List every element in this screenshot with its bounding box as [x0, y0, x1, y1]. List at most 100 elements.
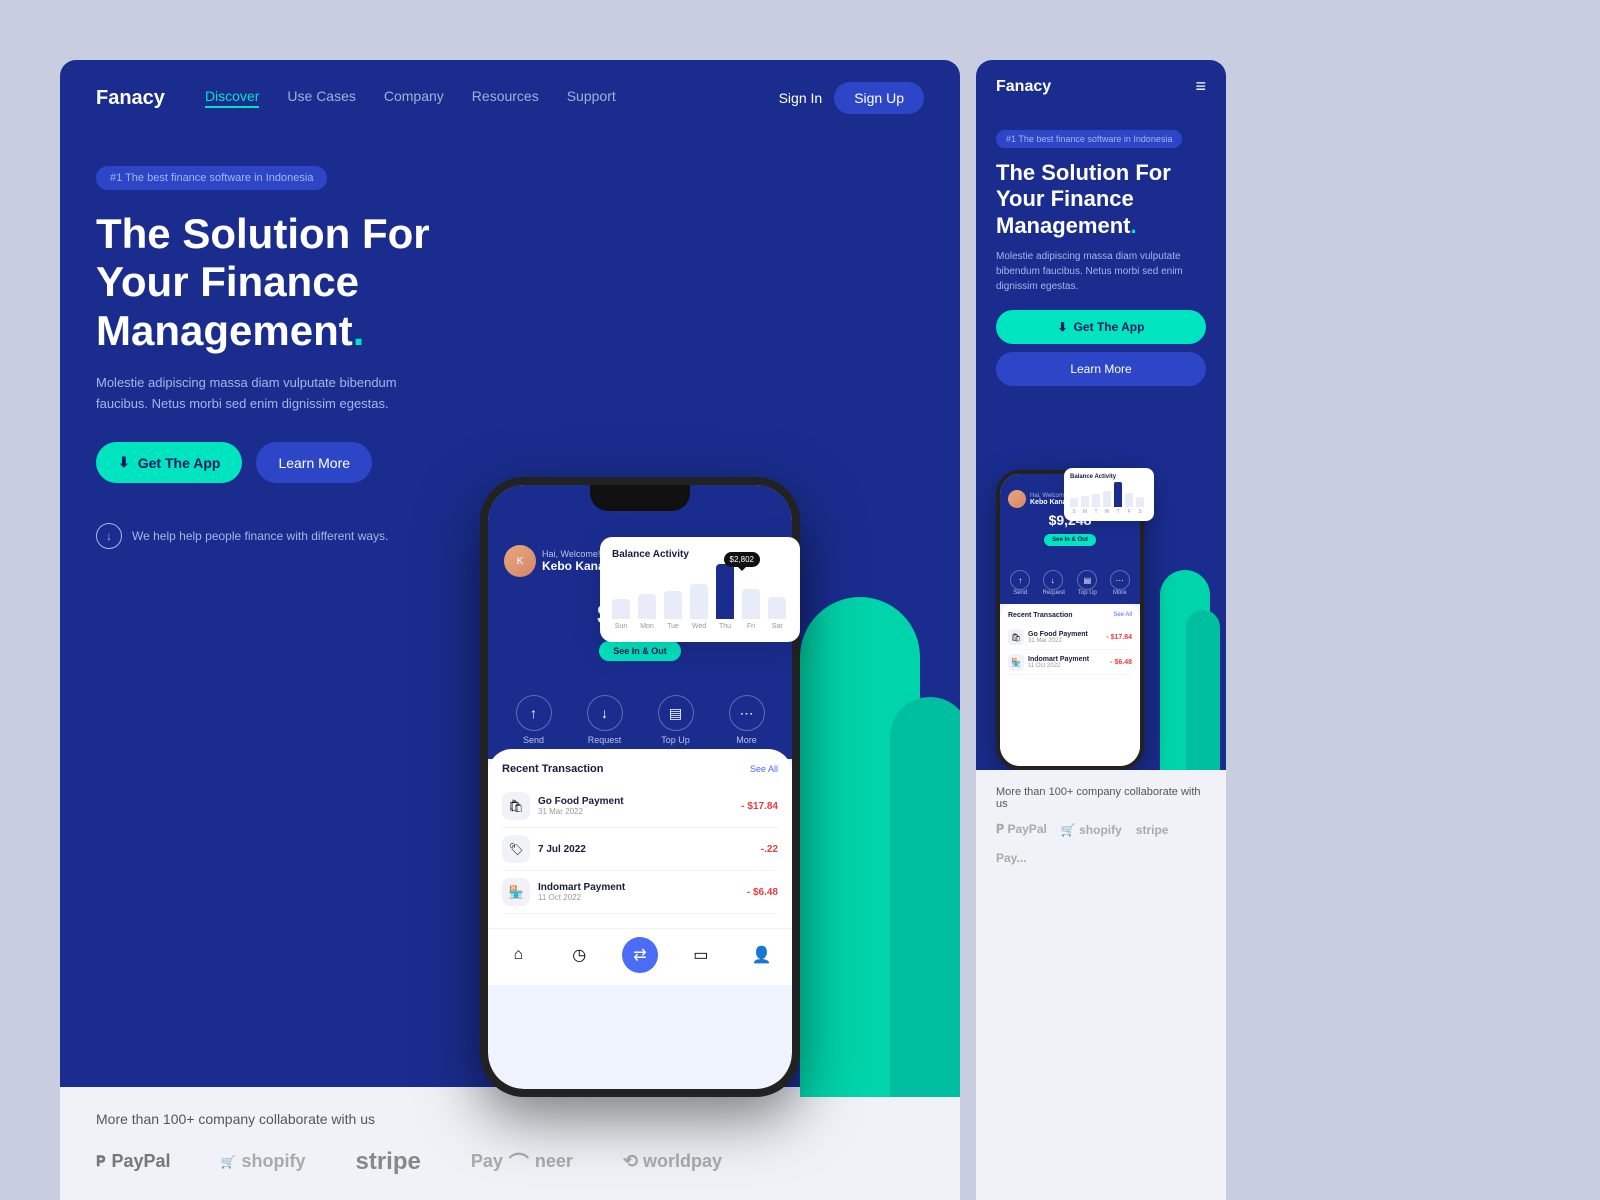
mini-avatar [1008, 490, 1026, 508]
bar-label-Sun: Sun [615, 623, 627, 630]
avatar: K [504, 545, 536, 577]
bar-label-Thu: Thu [719, 623, 731, 630]
price-bubble: $2,802 [724, 552, 760, 567]
desktop-nav: Fanacy Discover Use Cases Company Resour… [60, 60, 960, 136]
mobile-payoneer-logo: Pay... [996, 851, 1026, 865]
nav-link-company[interactable]: Company [384, 88, 444, 108]
mini-topup-icon[interactable]: ▤ [1077, 570, 1097, 590]
bar-Tue [664, 591, 682, 619]
mini-trans-item-2: 🏪 Indomart Payment 11 Oct 2022 - $6.48 [1008, 650, 1132, 675]
transaction-icon-1: 🛍 [502, 792, 530, 820]
mini-trans-icon-2: 🏪 [1008, 654, 1024, 670]
action-more: ⋯ More [729, 695, 765, 745]
signin-button[interactable]: Sign In [779, 90, 823, 106]
bar-col-Fri: Fri [742, 589, 760, 630]
transaction-icon-2: 🏷 [502, 835, 530, 863]
action-request: ↓ Request [587, 695, 623, 745]
shopify-logo: 🛒 shopify [221, 1151, 306, 1172]
mobile-learn-more-button[interactable]: Learn More [996, 352, 1206, 386]
mini-bar-label-Tue: T [1094, 509, 1097, 515]
hero-buttons: ⬇ Get The App Learn More [96, 442, 496, 483]
transactions-title: Recent Transaction [502, 763, 603, 775]
logo: Fanacy [96, 87, 165, 110]
hamburger-icon[interactable]: ≡ [1195, 76, 1206, 97]
partners-logos: 𝐏 PayPal 🛒 shopify stripe Pay⌒neer ⟲ wor… [96, 1147, 924, 1176]
nav-link-resources[interactable]: Resources [472, 88, 539, 108]
nav-profile-icon[interactable]: 👤 [744, 937, 780, 973]
more-icon[interactable]: ⋯ [729, 695, 765, 731]
mobile-partners-section: More than 100+ company collaborate with … [976, 770, 1226, 1200]
mini-request-icon[interactable]: ↓ [1043, 570, 1063, 590]
phone-quick-actions: ↑ Send ↓ Request ▤ Top Up ⋯ [488, 681, 792, 759]
nav-wallet-icon[interactable]: ▭ [683, 937, 719, 973]
mobile-nav: Fanacy ≡ [976, 60, 1226, 113]
mobile-phone-preview: Balance Activity SMTWTFS Hai, Welcome! K… [976, 430, 1226, 770]
nav-actions: Sign In Sign Up [779, 82, 924, 114]
mini-send-icon[interactable]: ↑ [1010, 570, 1030, 590]
hero-section: #1 The best finance software in Indonesi… [60, 136, 960, 1087]
transaction-icon-3: 🏪 [502, 878, 530, 906]
bar-label-Sat: Sat [772, 623, 783, 630]
download-icon: ⬇ [118, 454, 130, 471]
bar-col-Sat: Sat [768, 597, 786, 630]
mini-bar-Mon [1081, 496, 1089, 507]
learn-more-button[interactable]: Learn More [256, 442, 372, 483]
bar-Mon [638, 594, 656, 619]
mini-bar-label-Mon: M [1083, 509, 1087, 515]
see-in-out-button[interactable]: See In & Out [599, 641, 681, 661]
mini-bar-Thu [1114, 482, 1122, 507]
mobile-get-app-button[interactable]: ⬇ Get The App [996, 310, 1206, 344]
send-icon[interactable]: ↑ [516, 695, 552, 731]
mobile-partners-title: More than 100+ company collaborate with … [996, 786, 1206, 810]
transaction-date-1: 31 Mar 2022 [538, 807, 733, 816]
partners-section: More than 100+ company collaborate with … [60, 1087, 960, 1200]
mini-teal-blob-2 [1186, 610, 1220, 770]
request-icon[interactable]: ↓ [587, 695, 623, 731]
arrow-down-icon[interactable]: ↓ [96, 523, 122, 549]
bar-col-Mon: Mon [638, 594, 656, 630]
mini-bar-label-Sun: S [1072, 509, 1075, 515]
mini-bar-Fri [1125, 493, 1133, 507]
bar-label-Fri: Fri [747, 623, 755, 630]
nav-links: Discover Use Cases Company Resources Sup… [205, 88, 747, 108]
stripe-logo: stripe [356, 1148, 421, 1176]
bar-Wed [690, 584, 708, 619]
hero-dot: . [353, 307, 365, 354]
nav-link-usecases[interactable]: Use Cases [287, 88, 355, 108]
topup-label: Top Up [661, 735, 690, 745]
transaction-name-1: Go Food Payment [538, 796, 733, 807]
mobile-stripe-logo: stripe [1136, 823, 1169, 837]
nav-transfer-icon[interactable]: ⇄ [622, 937, 658, 973]
mini-trans-item-1: 🛍 Go Food Payment 31 Mar 2022 - $17.84 [1008, 625, 1132, 650]
transaction-date-3: 11 Oct 2022 [538, 893, 739, 902]
nav-activity-icon[interactable]: ◷ [561, 937, 597, 973]
mini-bar-col-Wed: W [1103, 491, 1111, 515]
mini-balance-popup: Balance Activity SMTWTFS [1064, 468, 1154, 521]
nav-link-discover[interactable]: Discover [205, 88, 259, 108]
bar-chart: $2,802SunMonTueWedThuFriSat [612, 570, 788, 630]
get-app-button[interactable]: ⬇ Get The App [96, 442, 242, 483]
mini-see-btn[interactable]: See In & Out [1044, 534, 1096, 546]
mini-bar-label-Fri: F [1127, 509, 1130, 515]
signup-button[interactable]: Sign Up [834, 82, 924, 114]
mini-bar-label-Thu: T [1116, 509, 1119, 515]
transactions-header: Recent Transaction See All [502, 763, 778, 775]
nav-home-icon[interactable]: ⌂ [500, 937, 536, 973]
transaction-item-2: 🏷 7 Jul 2022 -.22 [502, 828, 778, 871]
mobile-paypal-logo: 𝐏 PayPal [996, 822, 1047, 837]
hero-badge: #1 The best finance software in Indonesi… [96, 166, 327, 190]
bar-col-Wed: Wed [690, 584, 708, 630]
desktop-panel: Fanacy Discover Use Cases Company Resour… [60, 60, 960, 1200]
send-label: Send [523, 735, 544, 745]
mobile-title: The Solution For Your Finance Management… [996, 160, 1206, 239]
see-all-link[interactable]: See All [750, 764, 778, 774]
scroll-hint: ↓ We help help people finance with diffe… [96, 523, 496, 549]
nav-link-support[interactable]: Support [567, 88, 616, 108]
mobile-description: Molestie adipiscing massa diam vulputate… [996, 249, 1206, 294]
topup-icon[interactable]: ▤ [658, 695, 694, 731]
request-label: Request [588, 735, 622, 745]
scroll-hint-text: We help help people finance with differe… [132, 529, 388, 543]
teal-blob-2 [890, 697, 960, 1097]
mini-bar-label-Wed: W [1105, 509, 1110, 515]
mini-more-icon[interactable]: ⋯ [1110, 570, 1130, 590]
